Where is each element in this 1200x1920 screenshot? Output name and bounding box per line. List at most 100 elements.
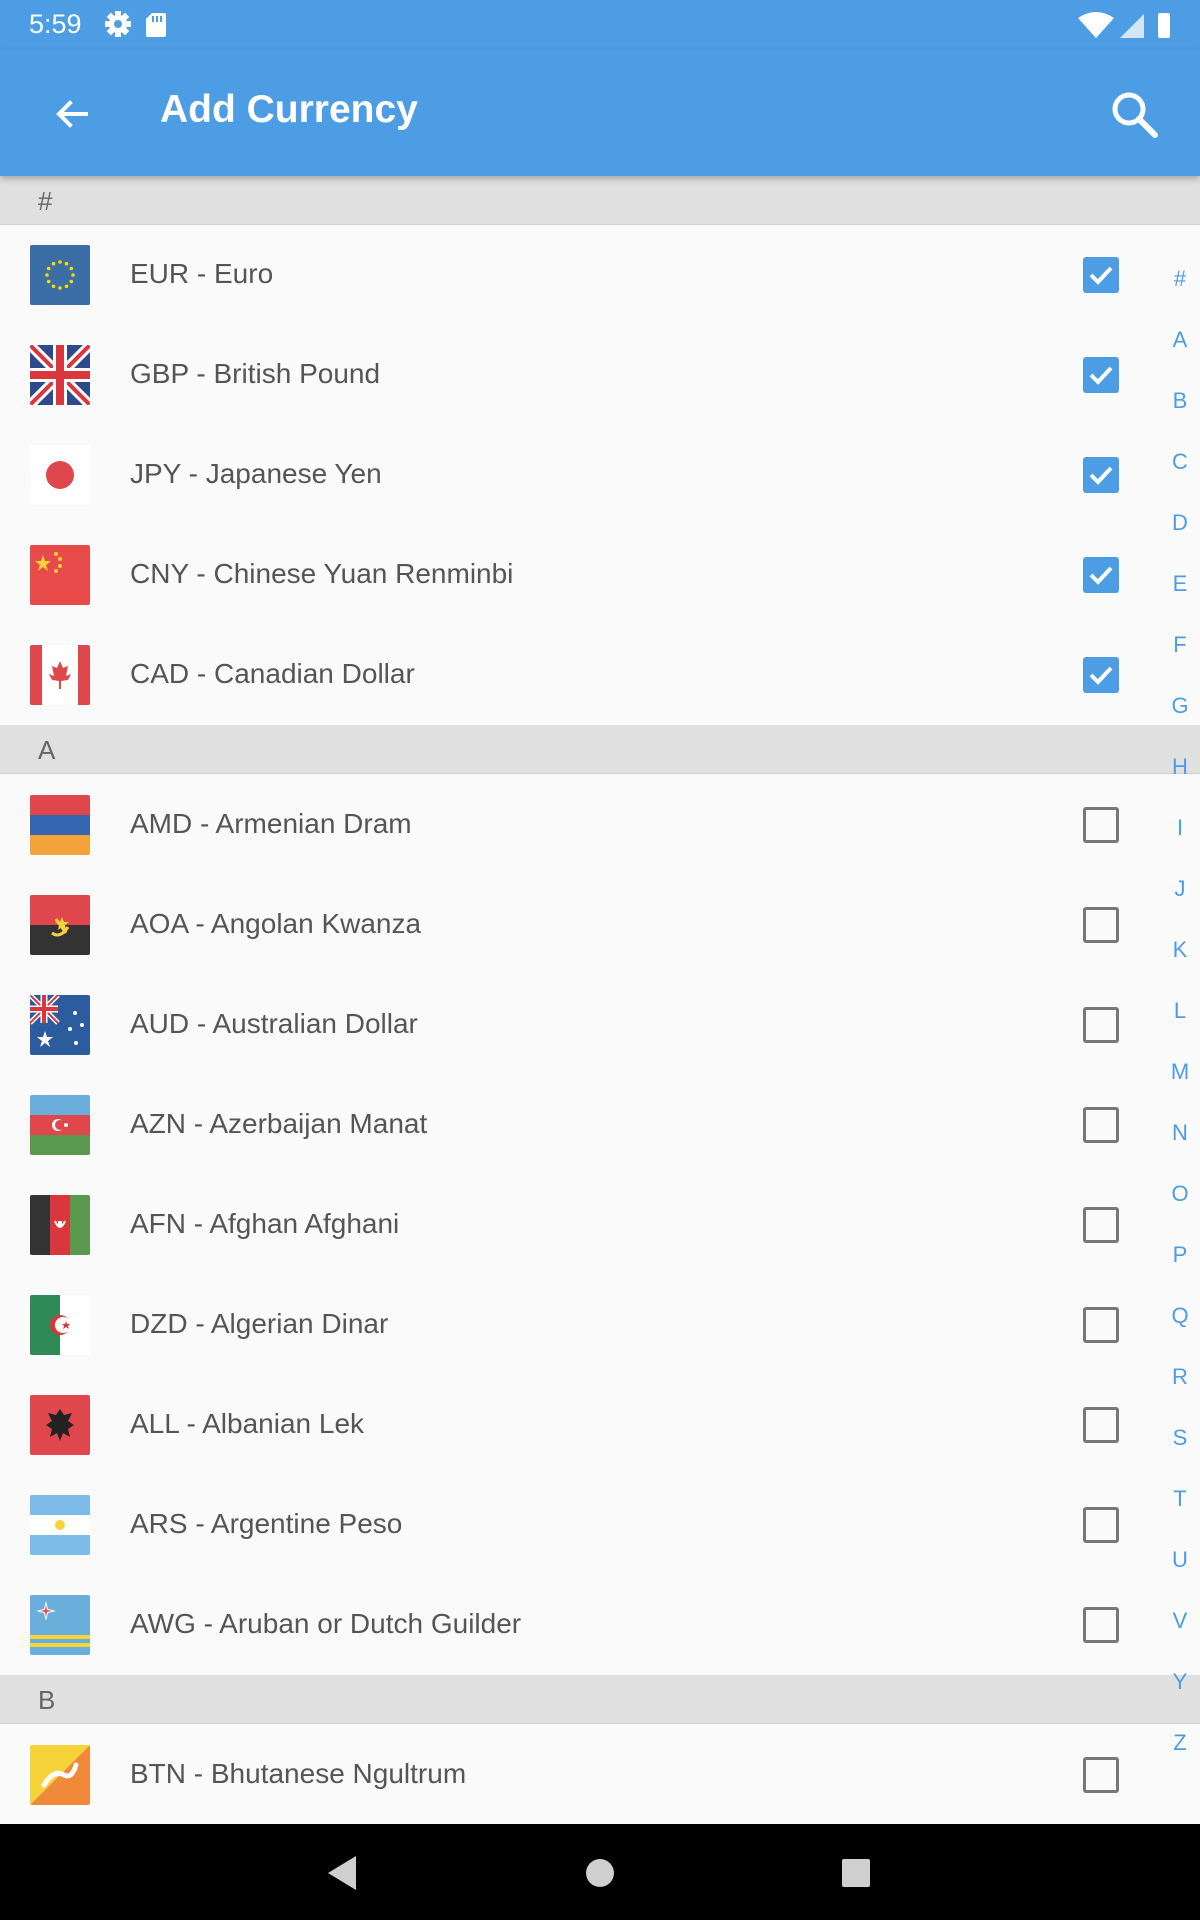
- currency-label: BTN - Bhutanese Ngultrum: [130, 1758, 467, 1789]
- battery-icon: [1158, 13, 1170, 38]
- checkbox-unchecked[interactable]: [1083, 1507, 1119, 1543]
- checkbox-checked[interactable]: [1083, 557, 1119, 593]
- list-item-afn[interactable]: AFN - Afghan Afghani: [0, 1175, 1160, 1275]
- nav-home-button[interactable]: [575, 1848, 625, 1898]
- index-letter[interactable]: S: [1160, 1425, 1200, 1451]
- list-item-ars[interactable]: ARS - Argentine Peso: [0, 1475, 1160, 1575]
- status-time: 5:59: [29, 9, 82, 39]
- nav-back-button[interactable]: [318, 1848, 368, 1898]
- index-letter[interactable]: I: [1160, 815, 1200, 841]
- index-letter[interactable]: J: [1160, 876, 1200, 902]
- list-item-cny[interactable]: CNY - Chinese Yuan Renminbi: [0, 525, 1160, 625]
- index-letter[interactable]: R: [1160, 1364, 1200, 1390]
- index-letter[interactable]: M: [1160, 1059, 1200, 1085]
- al-flag-icon: [30, 1395, 90, 1455]
- checkbox-unchecked[interactable]: [1083, 1207, 1119, 1243]
- index-letter[interactable]: N: [1160, 1120, 1200, 1146]
- list-item-amd[interactable]: AMD - Armenian Dram: [0, 775, 1160, 875]
- dz-flag-icon: [30, 1295, 90, 1355]
- bt-flag-icon: [30, 1745, 90, 1805]
- index-letter[interactable]: Q: [1160, 1303, 1200, 1329]
- checkbox-unchecked[interactable]: [1083, 1757, 1119, 1793]
- aw-flag-icon: [30, 1595, 90, 1655]
- currency-label: ALL - Albanian Lek: [130, 1408, 365, 1439]
- list-item-btn[interactable]: BTN - Bhutanese Ngultrum: [0, 1725, 1160, 1825]
- currency-label: AMD - Armenian Dram: [130, 808, 412, 839]
- index-letter[interactable]: K: [1160, 937, 1200, 963]
- search-button[interactable]: [1104, 84, 1164, 144]
- index-letter[interactable]: L: [1160, 998, 1200, 1024]
- check-icon: [1089, 266, 1113, 285]
- index-letter[interactable]: #: [1160, 266, 1200, 292]
- checkbox-unchecked[interactable]: [1083, 1107, 1119, 1143]
- checkbox-checked[interactable]: [1083, 357, 1119, 393]
- au-flag-icon: [30, 995, 90, 1055]
- status-bar: 5:59: [0, 0, 1200, 50]
- index-letter[interactable]: D: [1160, 510, 1200, 536]
- index-letter[interactable]: P: [1160, 1242, 1200, 1268]
- list-item-awg[interactable]: AWG - Aruban or Dutch Guilder: [0, 1575, 1160, 1675]
- index-letter[interactable]: O: [1160, 1181, 1200, 1207]
- index-letter[interactable]: C: [1160, 449, 1200, 475]
- circle-home-icon: [586, 1859, 614, 1887]
- currency-label: GBP - British Pound: [130, 358, 381, 389]
- checkbox-unchecked[interactable]: [1083, 1607, 1119, 1643]
- navigation-bar: [0, 1824, 1200, 1920]
- index-letter[interactable]: T: [1160, 1486, 1200, 1512]
- currency-label: AOA - Angolan Kwanza: [130, 908, 422, 939]
- list-item-azn[interactable]: AZN - Azerbaijan Manat: [0, 1075, 1160, 1175]
- index-letter[interactable]: V: [1160, 1608, 1200, 1634]
- currency-label: CAD - Canadian Dollar: [130, 658, 415, 689]
- list-item-aud[interactable]: AUD - Australian Dollar: [0, 975, 1160, 1075]
- nav-recents-button[interactable]: [831, 1848, 881, 1898]
- checkbox-checked[interactable]: [1083, 257, 1119, 293]
- index-letter[interactable]: F: [1160, 632, 1200, 658]
- currency-label: AWG - Aruban or Dutch Guilder: [130, 1608, 522, 1639]
- list-item-eur[interactable]: EUR - Euro: [0, 225, 1160, 325]
- back-button[interactable]: [44, 86, 100, 142]
- section-header-b: B: [0, 1675, 1200, 1724]
- checkbox-unchecked[interactable]: [1083, 907, 1119, 943]
- alphabet-index[interactable]: # A B C D E F G H I J K L M N O P Q R S T U V Y Z: [1160, 176, 1200, 1826]
- index-letter[interactable]: B: [1160, 388, 1200, 414]
- section-header-hash: #: [0, 176, 1200, 225]
- index-letter[interactable]: A: [1160, 327, 1200, 353]
- check-icon: [1089, 366, 1113, 385]
- status-icons-left: [104, 10, 174, 45]
- checkbox-unchecked[interactable]: [1083, 1407, 1119, 1443]
- checkbox-checked[interactable]: [1083, 657, 1119, 693]
- index-letter[interactable]: Z: [1160, 1730, 1200, 1756]
- list-item-all[interactable]: ALL - Albanian Lek: [0, 1375, 1160, 1475]
- arrow-back-icon: [56, 100, 88, 128]
- checkbox-checked[interactable]: [1083, 457, 1119, 493]
- checkbox-unchecked[interactable]: [1083, 1307, 1119, 1343]
- list-item-gbp[interactable]: GBP - British Pound: [0, 325, 1160, 425]
- checkbox-unchecked[interactable]: [1083, 807, 1119, 843]
- checkbox-unchecked[interactable]: [1083, 1007, 1119, 1043]
- currency-label: EUR - Euro: [130, 258, 274, 289]
- currency-label: AUD - Australian Dollar: [130, 1008, 418, 1039]
- page-title: Add Currency: [160, 88, 418, 131]
- list-item-aoa[interactable]: AOA - Angolan Kwanza: [0, 875, 1160, 975]
- index-letter[interactable]: H: [1160, 754, 1200, 780]
- index-letter[interactable]: G: [1160, 693, 1200, 719]
- currency-label: JPY - Japanese Yen: [130, 458, 382, 489]
- list-item-cad[interactable]: CAD - Canadian Dollar: [0, 625, 1160, 725]
- check-icon: [1089, 666, 1113, 685]
- currency-label: AZN - Azerbaijan Manat: [130, 1108, 428, 1139]
- am-flag-icon: [30, 795, 90, 855]
- settings-icon: [105, 11, 131, 37]
- list-item-dzd[interactable]: DZD - Algerian Dinar: [0, 1275, 1160, 1375]
- ao-flag-icon: [30, 895, 90, 955]
- index-letter[interactable]: Y: [1160, 1669, 1200, 1695]
- eu-flag-icon: [30, 245, 90, 305]
- list-item-jpy[interactable]: JPY - Japanese Yen: [0, 425, 1160, 525]
- square-recents-icon: [842, 1859, 870, 1887]
- currency-label: CNY - Chinese Yuan Renminbi: [130, 558, 514, 589]
- af-flag-icon: [30, 1195, 90, 1255]
- currency-label: DZD - Algerian Dinar: [130, 1308, 389, 1339]
- index-letter[interactable]: E: [1160, 571, 1200, 597]
- index-letter[interactable]: U: [1160, 1547, 1200, 1573]
- search-icon: [1112, 92, 1158, 138]
- ca-flag-icon: [30, 645, 90, 705]
